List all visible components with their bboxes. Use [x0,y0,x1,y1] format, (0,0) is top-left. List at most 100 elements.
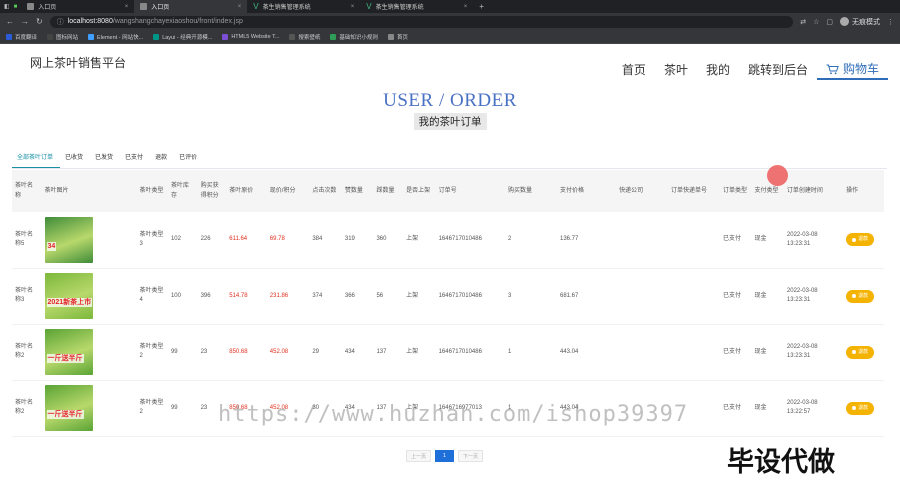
browser-tab[interactable]: V 茶生销售管理系统 × [360,0,473,13]
refund-label: 退款 [858,348,869,355]
bookmark-item[interactable]: Element - 网站快... [88,33,143,41]
bookmark-item[interactable]: 图标网站 [47,33,78,41]
browser-window-controls[interactable]: ◧ ■ [0,0,21,13]
new-tab-button[interactable]: + [473,0,490,13]
refund-button[interactable]: 退款 [846,289,875,303]
tea-thumbnail[interactable]: 一斤送半斤 [44,385,93,431]
bookmark-item[interactable]: Layui - 经典开源模... [153,33,212,41]
status-tab[interactable]: 已评价 [174,148,204,168]
table-cell: 452.08 [266,324,310,381]
nav-home[interactable]: 首页 [613,60,655,80]
column-header: 茶叶名称 [12,170,42,212]
nav-cart[interactable]: 购物车 [816,60,888,80]
main-nav: 首页 茶叶 我的 跳转到后台 购物车 [613,60,888,80]
next-page-button[interactable]: 下一页 [458,450,484,462]
table-cell: 99 [167,324,198,381]
browser-tab[interactable]: 入口页 × [134,0,248,13]
table-row: 茶叶名称3 2021新茶上市 茶叶类型4 100 396 514.78 231.86 374 3… [12,268,884,325]
table-cell: 100 [167,268,198,325]
refund-button[interactable]: 退款 [846,233,875,247]
close-tab-icon[interactable]: × [125,4,129,10]
table-row: 茶叶名称5 34 茶叶类型3 102 226 611.64 69.78 384 319 360 上架… [12,212,884,269]
column-header: 是否上架 [403,170,436,212]
bookmark-item[interactable]: 搜索壁纸 [289,33,320,41]
nav-mine[interactable]: 我的 [697,60,739,80]
column-header: 订单创建时间 [783,170,844,212]
column-header: 购买数量 [505,170,557,212]
address-bar[interactable]: ⓘ localhost:8080/wangshangchayexiaoshou/… [49,15,794,28]
table-cell: 现金 [751,212,784,269]
tea-thumbnail[interactable]: 34 [44,216,93,263]
table-cell: 319 [341,212,374,269]
bookmark-label: Layui - 经典开源模... [162,34,213,41]
table-cell: 1 [505,324,557,381]
table-cell: 23 [197,324,227,381]
browser-tab[interactable]: V 茶生销售管理系统 × [247,0,360,13]
table-cell: 退款 [843,324,884,381]
page-1-button[interactable]: 1 [435,450,455,462]
table-cell: 一斤送半斤 [41,380,137,437]
table-cell: 374 [309,268,342,325]
back-icon[interactable]: ← [6,17,14,26]
nav-tea[interactable]: 茶叶 [655,60,697,80]
site-brand[interactable]: 网上茶叶销售平台 [30,54,126,71]
close-tab-icon[interactable]: × [351,4,355,10]
column-header: 现价/积分 [266,170,310,212]
bookmark-item[interactable]: 百度翻译 [6,33,37,41]
cursor-highlight [767,165,788,186]
table-cell: 1646717010486 [435,324,506,381]
bookmark-item[interactable]: HTML5 Website T... [222,33,279,40]
status-tab[interactable]: 全部茶叶订单 [12,148,61,168]
vue-icon: V [366,2,372,11]
table-cell [668,268,720,325]
table-cell: 384 [309,212,342,269]
nav-admin[interactable]: 跳转到后台 [739,60,817,80]
status-tab[interactable]: 已支付 [120,148,150,168]
tea-thumbnail[interactable]: 一斤送半斤 [44,329,93,375]
table-cell [616,212,669,269]
nav-cart-label: 购物车 [842,62,879,76]
column-header: 点击次数 [309,170,342,212]
reload-icon[interactable]: ↻ [36,17,43,26]
status-tab[interactable]: 已发货 [90,148,120,168]
bookmark-label: 图标网站 [56,34,79,41]
refund-button[interactable]: 退款 [846,345,875,359]
refund-icon [852,350,857,354]
table-cell: 上架 [403,268,436,325]
bookmark-star-icon[interactable]: ☆ [813,18,819,26]
table-cell: 2022-03-08 13:23:31 [783,268,844,325]
prev-page-button[interactable]: 上一页 [406,450,432,462]
bookmark-icon [330,33,337,40]
forward-icon[interactable]: → [21,17,29,26]
status-tab[interactable]: 退款 [150,148,174,168]
column-header: 茶叶原价 [226,170,267,212]
translate-icon[interactable]: ⇄ [800,18,806,26]
table-cell: 2022-03-08 13:22:57 [783,380,844,437]
close-tab-icon[interactable]: × [238,4,242,10]
table-cell: 退款 [843,380,884,437]
table-cell: 一斤送半斤 [41,324,137,381]
incognito-profile[interactable]: 无痕模式 [840,17,880,27]
browser-tab-label: 茶生销售管理系统 [262,5,311,11]
browser-tab-label: 入口页 [151,5,170,11]
table-cell: 2022-03-08 13:23:31 [783,324,844,381]
column-header: 茶叶图片 [41,170,137,212]
bookmark-icon [289,33,296,40]
table-cell: 1646717010486 [435,212,506,269]
close-tab-icon[interactable]: × [464,4,468,10]
table-cell: 137 [373,324,404,381]
column-header: 订单类型 [719,170,752,212]
window-icon[interactable]: ▢ [826,18,833,26]
menu-icon[interactable]: ⋮ [887,18,894,26]
tea-thumbnail[interactable]: 2021新茶上市 [44,273,93,319]
url-host: localhost:8080 [67,18,113,25]
table-cell: 366 [341,268,374,325]
table-cell: 360 [373,212,404,269]
bookmark-item[interactable]: 首页 [387,33,408,41]
refund-button[interactable]: 退款 [846,401,875,415]
bookmark-item[interactable]: 基础知识小规则 [330,33,378,41]
status-tab[interactable]: 已收货 [60,148,90,168]
bookmark-label: 基础知识小规则 [339,34,378,41]
refund-label: 退款 [858,404,869,411]
browser-tab[interactable]: 入口页 × [21,0,134,13]
